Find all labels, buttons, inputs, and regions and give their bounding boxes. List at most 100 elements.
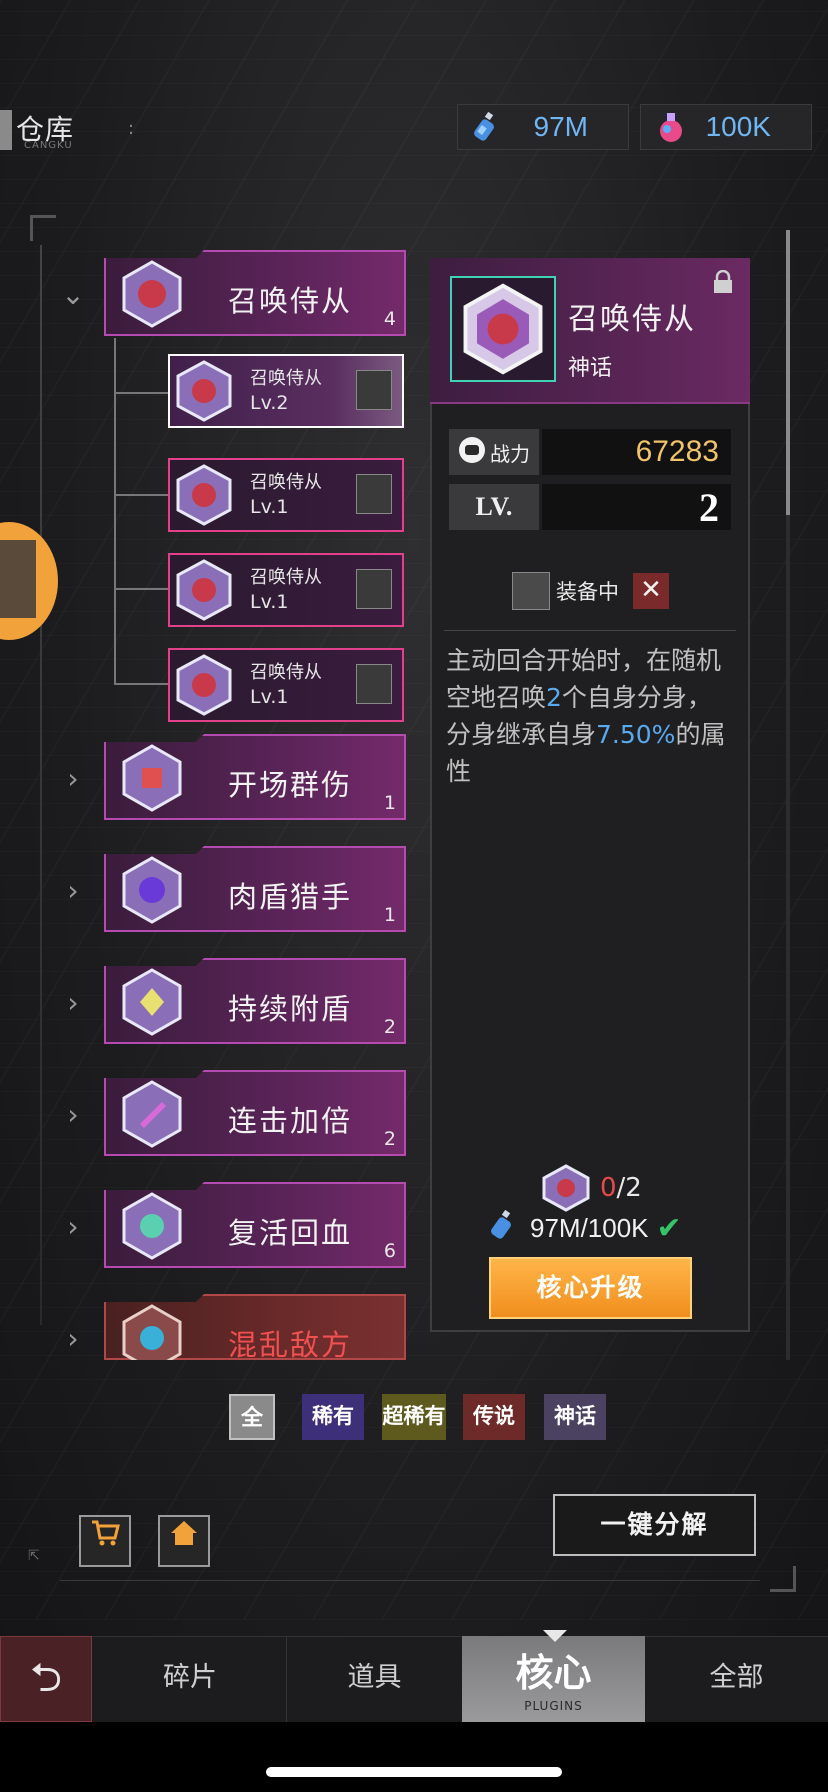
one-click-decompose-button[interactable]: 一键分解 bbox=[553, 1494, 756, 1556]
resource-cost: 97M/100K ✔ bbox=[488, 1208, 682, 1249]
rarity-filters: 全 稀有 超稀有 传说 神话 bbox=[0, 1394, 828, 1440]
power-value: 67283 bbox=[542, 429, 731, 475]
fragment-cost: 0/2 bbox=[540, 1164, 642, 1212]
detail-rarity: 神话 bbox=[568, 356, 613, 381]
tree-line bbox=[114, 338, 116, 684]
hero-side-avatar[interactable] bbox=[0, 522, 58, 640]
sub-item-name: 召唤侍从 bbox=[250, 567, 322, 588]
category-name: 复活回血 bbox=[228, 1216, 353, 1250]
fragment-required: /2 bbox=[616, 1173, 642, 1203]
filter-rare-button[interactable]: 稀有 bbox=[302, 1394, 364, 1440]
category-opening-aoe[interactable]: 开场群伤 1 bbox=[104, 734, 406, 820]
hunter-emblem-icon bbox=[122, 856, 182, 924]
scrollbar-thumb[interactable] bbox=[786, 230, 790, 515]
chevron-right-icon[interactable]: › bbox=[58, 876, 88, 906]
category-name: 肉盾猎手 bbox=[228, 880, 353, 914]
category-name: 开场群伤 bbox=[228, 768, 353, 802]
hero-avatar bbox=[356, 664, 392, 704]
core-upgrade-button[interactable]: 核心升级 bbox=[489, 1257, 692, 1319]
resource-potion-value: 97M bbox=[533, 111, 588, 142]
chevron-right-icon[interactable]: › bbox=[58, 764, 88, 794]
sub-item[interactable]: 召唤侍从 Lv.1 bbox=[168, 458, 404, 532]
tab-core[interactable]: 核心 PLUGINS bbox=[462, 1636, 645, 1722]
sub-item-level: Lv.1 bbox=[250, 496, 289, 518]
category-tank-hunter[interactable]: 肉盾猎手 1 bbox=[104, 846, 406, 932]
filter-legendary-button[interactable]: 传说 bbox=[463, 1394, 525, 1440]
filter-mythic-button[interactable]: 神话 bbox=[544, 1394, 606, 1440]
tab-all[interactable]: 全部 bbox=[645, 1636, 828, 1722]
system-home-area bbox=[0, 1722, 828, 1792]
page-subtitle: CANGKU bbox=[24, 140, 73, 151]
filter-super-rare-button[interactable]: 超稀有 bbox=[382, 1394, 446, 1440]
header-dot: : bbox=[128, 118, 135, 139]
back-button[interactable]: ⮌ bbox=[0, 1636, 92, 1722]
frame-corner bbox=[770, 1566, 796, 1592]
tree-line bbox=[114, 494, 168, 496]
level-label: LV. bbox=[449, 484, 539, 530]
category-count: 4 bbox=[383, 308, 396, 330]
category-combo[interactable]: 连击加倍 2 bbox=[104, 1070, 406, 1156]
hero-avatar bbox=[356, 474, 392, 514]
filter-all-button[interactable]: 全 bbox=[229, 1394, 275, 1440]
summon-emblem-icon bbox=[176, 360, 232, 422]
category-name: 召唤侍从 bbox=[228, 284, 353, 318]
category-count: 1 bbox=[383, 792, 396, 814]
category-summon[interactable]: 召唤侍从 4 bbox=[104, 250, 406, 336]
tab-fragments[interactable]: 碎片 bbox=[95, 1636, 285, 1722]
hero-avatar bbox=[356, 569, 392, 609]
frame-corner bbox=[30, 215, 56, 241]
category-revive[interactable]: 复活回血 6 bbox=[104, 1182, 406, 1268]
level-stat: LV. 2 bbox=[449, 484, 731, 530]
tree-line bbox=[114, 683, 168, 685]
divider bbox=[444, 630, 736, 631]
combo-emblem-icon bbox=[122, 1080, 182, 1148]
shop-button[interactable] bbox=[79, 1515, 131, 1567]
revive-emblem-icon bbox=[122, 1192, 182, 1260]
check-icon: ✔ bbox=[656, 1212, 682, 1245]
category-name: 连击加倍 bbox=[228, 1104, 353, 1138]
shield-emblem-icon bbox=[122, 968, 182, 1036]
chevron-right-icon[interactable]: › bbox=[58, 1100, 88, 1130]
home-indicator[interactable] bbox=[266, 1767, 562, 1777]
sub-item-name: 召唤侍从 bbox=[250, 472, 322, 493]
aoe-emblem-icon bbox=[122, 744, 182, 812]
sub-item[interactable]: 召唤侍从 Lv.1 bbox=[168, 648, 404, 722]
tab-items[interactable]: 道具 bbox=[286, 1636, 462, 1722]
sub-item-level: Lv.1 bbox=[250, 686, 289, 708]
chemistry-flask-icon bbox=[651, 107, 691, 147]
category-name: 持续附盾 bbox=[228, 992, 353, 1026]
cart-icon bbox=[92, 1520, 120, 1546]
home-button[interactable] bbox=[158, 1515, 210, 1567]
active-tab-indicator bbox=[543, 1630, 567, 1642]
chevron-right-icon[interactable]: › bbox=[58, 1324, 88, 1354]
category-count: 1 bbox=[383, 904, 396, 926]
skill-description: 主动回合开始时，在随机空地召唤2个自身分身，分身继承自身7.50%的属性 bbox=[446, 646, 726, 786]
category-count: 2 bbox=[383, 1128, 396, 1150]
house-icon bbox=[171, 1521, 197, 1545]
resource-flask-value: 100K bbox=[705, 111, 771, 142]
chevron-down-icon[interactable]: ⌄ bbox=[58, 280, 88, 310]
lock-icon[interactable] bbox=[712, 269, 734, 300]
category-chaos[interactable]: 混乱敌方 bbox=[104, 1294, 406, 1360]
chevron-right-icon[interactable]: › bbox=[58, 988, 88, 1018]
equipped-hero-avatar bbox=[356, 370, 392, 410]
chevron-right-icon[interactable]: › bbox=[58, 1212, 88, 1242]
tree-line bbox=[114, 392, 168, 394]
sub-item[interactable]: 召唤侍从 Lv.1 bbox=[168, 553, 404, 627]
category-shield[interactable]: 持续附盾 2 bbox=[104, 958, 406, 1044]
equipped-status: 装备中 ✕ bbox=[512, 572, 669, 610]
sub-item-name: 召唤侍从 bbox=[250, 368, 322, 389]
header-mark bbox=[0, 110, 12, 150]
summon-emblem-icon bbox=[176, 654, 232, 716]
equipped-label: 装备中 bbox=[556, 580, 619, 604]
resource-cost-value: 97M/100K bbox=[530, 1213, 649, 1243]
summon-emblem-icon bbox=[122, 260, 182, 328]
sub-item-level: Lv.1 bbox=[250, 591, 289, 613]
power-stat: 战力 67283 bbox=[449, 429, 731, 475]
potion-bottle-icon bbox=[468, 107, 508, 147]
summon-emblem-icon bbox=[450, 276, 556, 382]
sub-item-selected[interactable]: 召唤侍从 Lv.2 bbox=[168, 354, 404, 428]
summon-emblem-icon bbox=[542, 1164, 590, 1212]
unequip-button[interactable]: ✕ bbox=[633, 573, 669, 609]
tree-line bbox=[114, 588, 168, 590]
